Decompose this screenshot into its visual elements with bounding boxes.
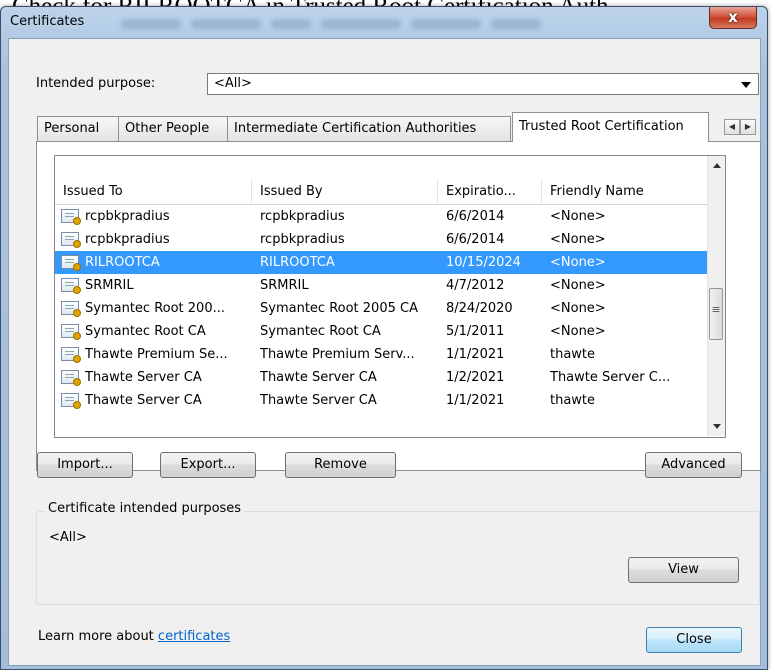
cell-expiration: 10/15/2024 [446,255,521,270]
tab-other-people[interactable]: Other People [118,116,228,141]
cell-issued-by: Thawte Server CA [260,393,377,408]
list-header: Issued To Issued By Expiratio... Friendl… [55,179,714,205]
cell-friendly: thawte [550,347,596,362]
cell-issued-by: Symantec Root 2005 CA [260,301,418,316]
cell-issued-to: Symantec Root CA [85,324,206,339]
tab-scroll-left-button[interactable]: ◀ [724,119,740,135]
cell-issued-by: SRMRIL [260,278,309,293]
background-window-tabs [121,13,541,35]
cell-issued-to: rcpbkpradius [85,209,170,224]
arrow-left-icon: ◀ [728,122,736,131]
dropdown-arrow-icon [741,82,751,88]
cell-expiration: 6/6/2014 [446,232,505,247]
close-icon: x [728,8,738,26]
arrow-right-icon: ▶ [744,122,752,131]
cell-expiration: 1/1/2021 [446,393,505,408]
certificate-list[interactable]: Issued To Issued By Expiratio... Friendl… [54,155,726,438]
cell-expiration: 1/1/2021 [446,347,505,362]
cell-friendly: <None> [550,324,606,339]
certificate-icon [61,255,81,271]
table-row[interactable]: Symantec Root 200... Symantec Root 2005 C… [55,297,714,320]
view-button[interactable]: View [628,557,739,583]
cell-issued-to: SRMRIL [85,278,134,293]
title-bar[interactable]: Certificates x [1,7,767,37]
window-close-button[interactable]: x [709,7,757,29]
certificate-icon [61,347,81,363]
certificate-icon [61,324,81,340]
intended-purpose-value: <All> [214,76,252,91]
column-issued-by[interactable]: Issued By [252,179,438,204]
certificate-icon [61,209,81,225]
table-row[interactable]: SRMRIL SRMRIL 4/7/2012 <None> [55,274,714,297]
certificate-icon [61,278,81,294]
cell-issued-by: Symantec Root CA [260,324,381,339]
cell-friendly: <None> [550,255,606,270]
cell-friendly: <None> [550,232,606,247]
table-row[interactable]: Thawte Server CA Thawte Server CA 1/1/2021… [55,389,714,412]
table-row[interactable]: RILROOTCA RILROOTCA 10/15/2024 <None> [55,251,714,274]
cell-expiration: 8/24/2020 [446,301,513,316]
close-button[interactable]: Close [646,627,742,653]
table-row[interactable]: Thawte Premium Se... Thawte Premium Serv.… [55,343,714,366]
tab-scroll-right-button[interactable]: ▶ [740,119,756,135]
cell-issued-to: rcpbkpradius [85,232,170,247]
cell-expiration: 1/2/2021 [446,370,505,385]
window-title: Certificates [10,14,85,29]
cell-issued-by: Thawte Server CA [260,370,377,385]
grip-icon: ≡ [711,303,721,316]
tab-other-people-label: Other People [125,121,210,136]
intended-purposes-title: Certificate intended purposes [45,501,245,516]
certificate-icon [61,393,81,409]
list-scrollbar[interactable]: ≡ [707,156,725,436]
cell-friendly: thawte [550,393,596,408]
cell-expiration: 5/1/2011 [446,324,505,339]
advanced-button[interactable]: Advanced [645,452,742,478]
certificate-icon [61,232,81,248]
cell-issued-by: RILROOTCA [260,255,335,270]
cell-expiration: 4/7/2012 [446,278,505,293]
cell-issued-to: Symantec Root 200... [85,301,225,316]
tab-trusted-root[interactable]: Trusted Root Certification [512,112,709,142]
intended-purposes-value: <All> [49,530,87,545]
cell-issued-by: Thawte Premium Serv... [260,347,415,362]
intended-purpose-dropdown[interactable]: <All> [207,73,759,95]
import-button[interactable]: Import... [37,452,133,478]
cell-friendly: <None> [550,209,606,224]
export-button[interactable]: Export... [160,452,256,478]
certificates-link[interactable]: certificates [158,629,230,644]
column-issued-to[interactable]: Issued To [55,179,252,204]
learn-more-label: Learn more about [38,629,158,644]
table-row[interactable]: Thawte Server CA Thawte Server CA 1/2/2021… [55,366,714,389]
remove-button[interactable]: Remove [285,452,396,478]
scroll-down-icon[interactable] [713,424,721,429]
intended-purpose-label: Intended purpose: [36,76,156,91]
cell-issued-to: Thawte Server CA [85,393,202,408]
tab-trusted-root-label: Trusted Root Certification [519,119,684,134]
tab-intermediate-ca[interactable]: Intermediate Certification Authorities [227,116,511,141]
table-row[interactable]: rcpbkpradius rcpbkpradius 6/6/2014 <None> [55,228,714,251]
cell-friendly: <None> [550,301,606,316]
scroll-up-icon[interactable] [713,163,721,168]
cell-issued-by: rcpbkpradius [260,232,345,247]
cell-issued-to: Thawte Server CA [85,370,202,385]
certificate-icon [61,301,81,317]
cell-issued-to: Thawte Premium Se... [85,347,228,362]
dialog-body: Intended purpose: <All> Personal Other P… [8,38,761,666]
cell-expiration: 6/6/2014 [446,209,505,224]
cell-issued-by: rcpbkpradius [260,209,345,224]
certificate-icon [61,370,81,386]
certificates-window: Certificates x Intended purpose: <All> P… [0,6,768,670]
tab-personal-label: Personal [44,121,100,136]
cell-friendly: <None> [550,278,606,293]
cell-issued-to: RILROOTCA [85,255,160,270]
column-friendly-name[interactable]: Friendly Name [542,179,714,204]
cell-friendly: Thawte Server C... [550,370,671,385]
tab-personal[interactable]: Personal [37,116,119,141]
column-expiration[interactable]: Expiratio... [438,179,542,204]
table-row[interactable]: rcpbkpradius rcpbkpradius 6/6/2014 <None> [55,205,714,228]
table-row[interactable]: Symantec Root CA Symantec Root CA 5/1/2011… [55,320,714,343]
learn-more-text: Learn more about certificates [38,629,230,644]
scroll-thumb[interactable]: ≡ [709,288,723,340]
tab-intermediate-ca-label: Intermediate Certification Authorities [234,121,477,136]
